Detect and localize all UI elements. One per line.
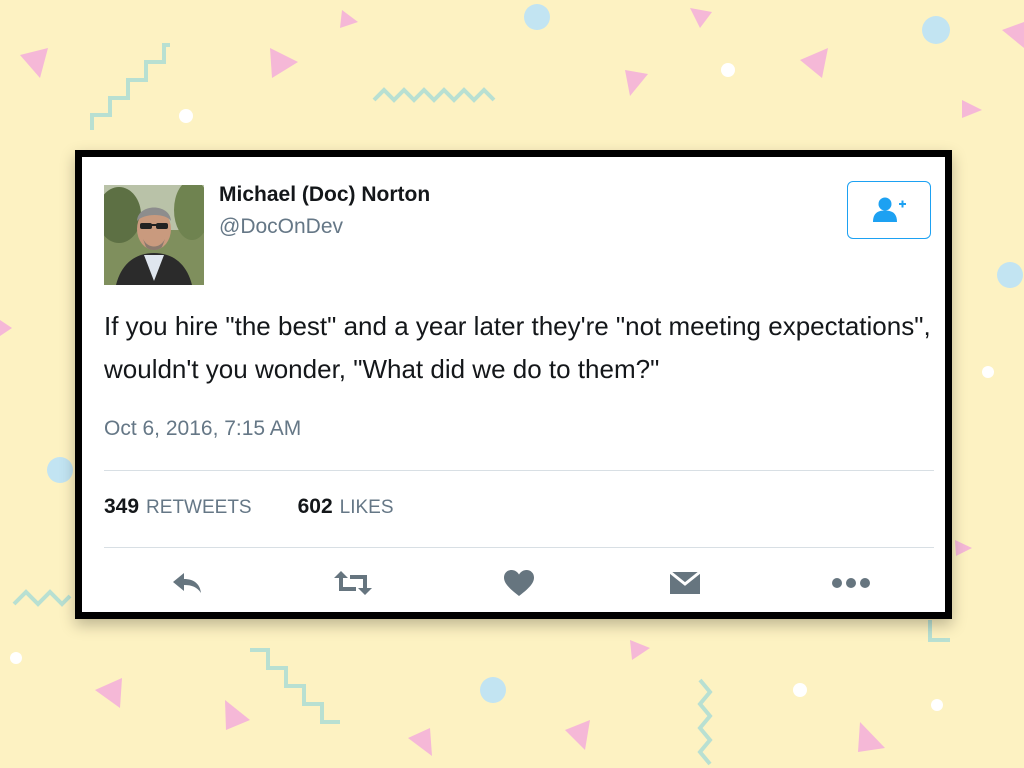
retweets-label: RETWEETS: [146, 497, 252, 518]
reply-icon: [173, 573, 201, 593]
retweets-count: 349: [104, 495, 140, 518]
more-button[interactable]: [826, 561, 876, 605]
tweet-actions: [104, 561, 934, 605]
likes-count: 602: [297, 495, 333, 518]
envelope-icon: [669, 570, 701, 594]
add-user-icon: [873, 197, 906, 222]
likes-stat[interactable]: 602 LIKES: [298, 495, 394, 519]
avatar[interactable]: [104, 185, 204, 285]
divider: [104, 547, 934, 548]
retweet-button[interactable]: [328, 561, 378, 605]
tweet-card: Michael (Doc) Norton @DocOnDev If you hi…: [75, 150, 952, 619]
author-name[interactable]: Michael (Doc) Norton: [219, 183, 430, 207]
message-button[interactable]: [660, 561, 710, 605]
retweets-stat[interactable]: 349 RETWEETS: [104, 495, 252, 519]
follow-button[interactable]: [847, 181, 931, 239]
likes-label: LIKES: [339, 497, 394, 518]
tweet-text: If you hire "the best" and a year later …: [104, 311, 931, 384]
heart-icon: [504, 570, 534, 596]
more-dots-icon: [832, 578, 870, 588]
tweet-timestamp[interactable]: Oct 6, 2016, 7:15 AM: [104, 417, 301, 441]
reply-button[interactable]: [162, 561, 212, 605]
retweet-icon: [334, 571, 372, 595]
author-handle[interactable]: @DocOnDev: [219, 215, 343, 239]
divider: [104, 470, 934, 471]
tweet-stats: 349 RETWEETS 602 LIKES: [104, 495, 440, 525]
like-button[interactable]: [494, 561, 544, 605]
